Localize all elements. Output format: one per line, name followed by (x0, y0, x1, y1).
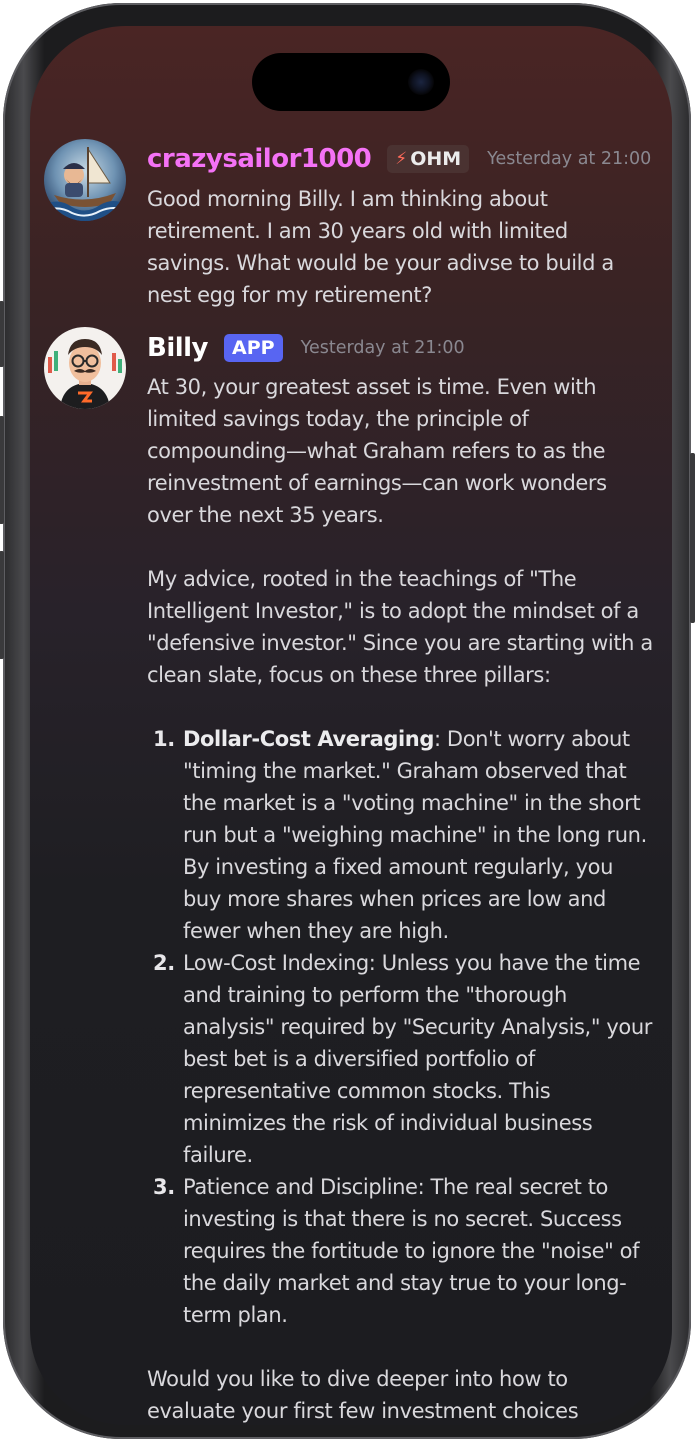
list-number: 1. (153, 727, 175, 751)
list-item: 3. Patience and Discipline: The real sec… (147, 1171, 657, 1331)
avatar-billy[interactable] (44, 327, 126, 409)
message-paragraph: At 30, your greatest asset is time. Even… (147, 375, 607, 527)
screen: crazysailor1000 ⚡ OHM Yesterday at 21:00… (30, 26, 672, 1425)
role-badge[interactable]: ⚡ OHM (387, 145, 470, 173)
action-button (0, 301, 4, 367)
lightning-bolt-icon: ⚡ (395, 149, 408, 169)
username[interactable]: Billy (147, 333, 209, 363)
pillar-text: Low-Cost Indexing: Unless you have the t… (183, 951, 652, 1167)
timestamp: Yesterday at 21:00 (300, 338, 465, 358)
list-number: 2. (153, 951, 175, 975)
avatar-crazysailor1000[interactable] (44, 139, 126, 221)
pillar-text: Patience and Discipline: The real secret… (183, 1175, 640, 1327)
message-paragraph: My advice, rooted in the teachings of "T… (147, 567, 653, 687)
volume-up-button (0, 416, 4, 524)
pillar-text: : Don't worry about "timing the market."… (183, 727, 647, 943)
message-paragraph: Good morning Billy. I am thinking about … (147, 187, 614, 307)
message-paragraph: Would you like to dive deeper into how t… (147, 1367, 579, 1423)
pillar-title: Dollar-Cost Averaging (183, 727, 434, 751)
phone-frame: crazysailor1000 ⚡ OHM Yesterday at 21:00… (0, 3, 695, 1439)
list-item: 1. Dollar-Cost Averaging: Don't worry ab… (147, 723, 657, 947)
front-camera-icon (408, 69, 434, 95)
badge-label: OHM (410, 148, 462, 170)
billy-avatar-icon (44, 327, 126, 409)
list-item: 2. Low-Cost Indexing: Unless you have th… (147, 947, 657, 1171)
power-button (690, 453, 695, 623)
message-text: Good morning Billy. I am thinking about … (147, 183, 657, 311)
username[interactable]: crazysailor1000 (147, 144, 372, 174)
message-header: crazysailor1000 ⚡ OHM Yesterday at 21:00 (147, 144, 651, 174)
pillars-list: 1. Dollar-Cost Averaging: Don't worry ab… (147, 723, 657, 1331)
dynamic-island (252, 53, 450, 111)
volume-down-button (0, 551, 4, 659)
message-text: At 30, your greatest asset is time. Even… (147, 371, 657, 1425)
timestamp: Yesterday at 21:00 (487, 149, 652, 169)
sailor-avatar-icon (44, 139, 126, 221)
list-number: 3. (153, 1175, 175, 1199)
app-badge[interactable]: APP (224, 334, 283, 362)
message-header: Billy APP Yesterday at 21:00 (147, 333, 465, 363)
